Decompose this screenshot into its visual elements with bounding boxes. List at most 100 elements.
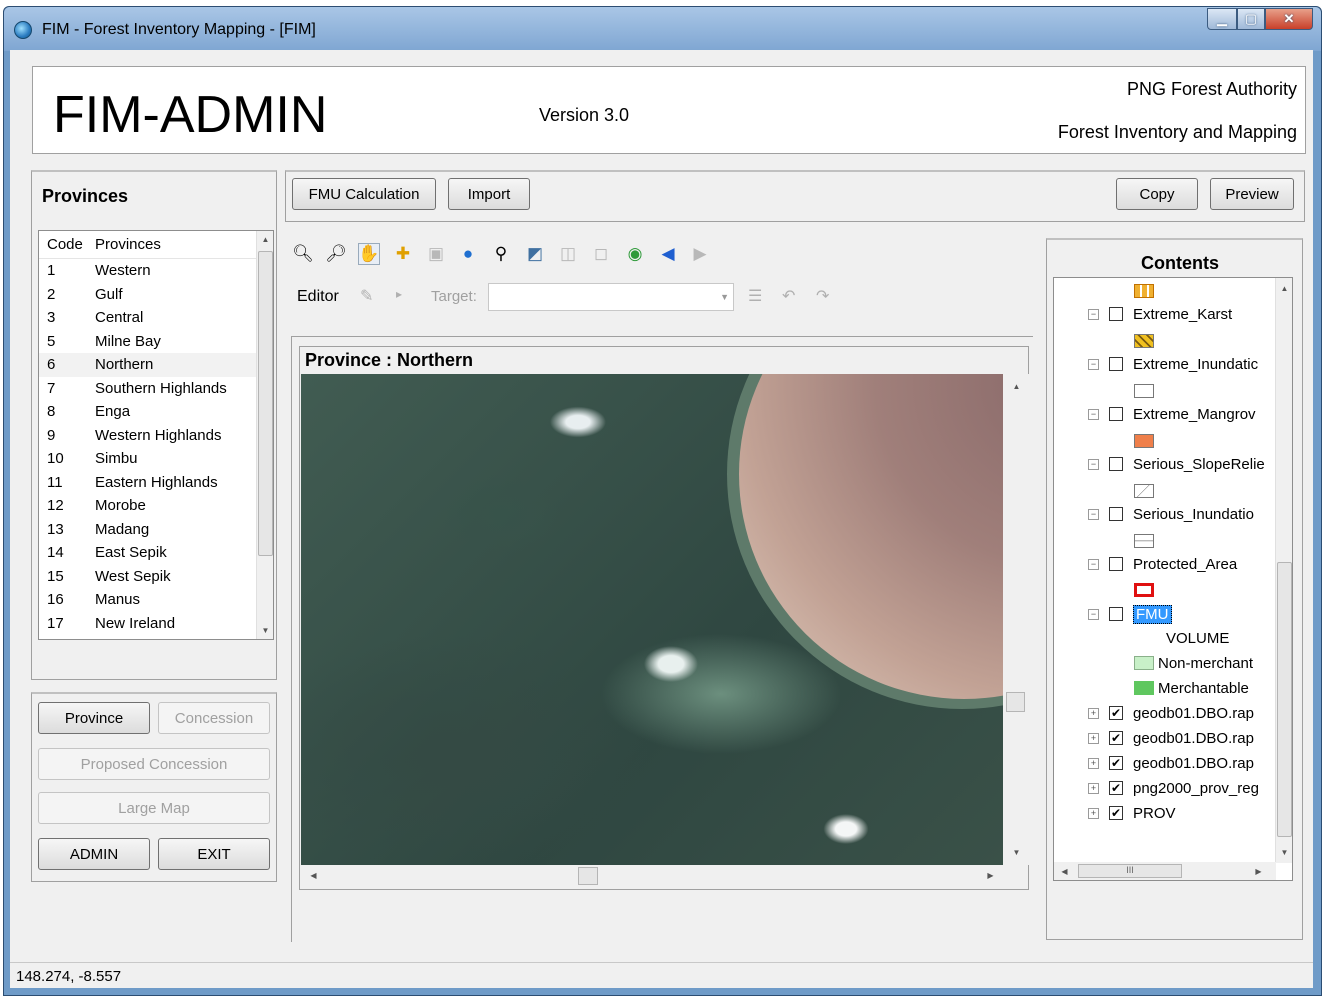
target-dropdown[interactable]: ▼ <box>488 283 734 311</box>
column-header-code[interactable]: Code <box>39 236 95 253</box>
layer-row[interactable]: − Extreme_Mangrov <box>1088 402 1256 426</box>
layer-row[interactable]: − Serious_SlopeRelie <box>1088 452 1265 476</box>
province-row[interactable]: 7 Southern Highlands <box>39 377 257 401</box>
province-row[interactable]: 8 Enga <box>39 400 257 424</box>
expand-icon[interactable]: + <box>1088 707 1099 719</box>
select-features-icon[interactable]: ◩ <box>524 243 546 265</box>
fmu-calculation-button[interactable]: FMU Calculation <box>292 178 436 210</box>
province-row[interactable]: 15 West Sepik <box>39 565 257 589</box>
scroll-left-arrow-icon[interactable]: ◀ <box>1056 863 1073 880</box>
layer-row[interactable]: − Protected_Area <box>1088 552 1237 576</box>
find-binoculars-icon[interactable]: ⚲ <box>490 243 512 265</box>
back-arrow-icon[interactable]: ◀ <box>657 243 679 265</box>
province-row[interactable]: 12 Morobe <box>39 494 257 518</box>
group-row[interactable]: + ✔ geodb01.DBO.rap <box>1088 701 1254 725</box>
undo-icon[interactable]: ↶ <box>782 286 795 306</box>
province-row[interactable]: 10 Simbu <box>39 447 257 471</box>
provinces-list[interactable]: Code Provinces 1 Western 2 Gulf 3 Central 5 Mil… <box>38 230 274 640</box>
title-bar[interactable]: FIM - Forest Inventory Mapping - [FIM] ▁… <box>4 7 1321 51</box>
expand-icon[interactable]: + <box>1088 807 1099 819</box>
scroll-thumb[interactable] <box>1006 692 1025 712</box>
admin-button[interactable]: ADMIN <box>38 838 150 870</box>
scroll-thumb[interactable] <box>1277 562 1292 837</box>
scroll-down-arrow-icon[interactable]: ▼ <box>257 622 274 639</box>
info-icon[interactable]: ● <box>457 243 479 265</box>
zoom-in-icon[interactable]: 🔍︎ <box>292 243 314 265</box>
layer-checkbox[interactable] <box>1109 607 1123 621</box>
contents-horizontal-scrollbar[interactable]: ◀ III ▶ <box>1054 862 1276 880</box>
layer-checkbox[interactable] <box>1109 307 1123 321</box>
map-vertical-scrollbar[interactable]: ▲ ▼ <box>1003 374 1029 865</box>
scroll-down-arrow-icon[interactable]: ▼ <box>1276 844 1292 861</box>
province-row[interactable]: 3 Central <box>39 306 257 330</box>
layer-checkbox[interactable] <box>1109 457 1123 471</box>
group-row[interactable]: + ✔ geodb01.DBO.rap <box>1088 751 1254 775</box>
province-row[interactable]: 6 Northern <box>39 353 257 377</box>
province-row[interactable]: 5 Milne Bay <box>39 330 257 354</box>
maximize-button[interactable]: ▢ <box>1237 8 1265 30</box>
zoom-out-icon[interactable]: 🔎︎ <box>325 243 347 265</box>
forward-arrow-icon[interactable]: ▶ <box>689 243 711 265</box>
proposed-concession-button[interactable]: Proposed Concession <box>38 748 270 780</box>
collapse-icon[interactable]: − <box>1088 508 1099 520</box>
preview-button[interactable]: Preview <box>1210 178 1294 210</box>
close-button[interactable]: ✕ <box>1265 8 1313 30</box>
globe-icon[interactable]: ◉ <box>624 243 646 265</box>
map-view[interactable] <box>301 374 1003 865</box>
pan-hand-icon[interactable]: ✋ <box>358 243 380 265</box>
collapse-icon[interactable]: − <box>1088 408 1099 420</box>
province-row[interactable]: 1 Western <box>39 259 257 283</box>
province-row[interactable]: 17 New Ireland <box>39 612 257 636</box>
minimize-button[interactable]: ▁ <box>1207 8 1237 30</box>
layer-row-fmu[interactable]: − FMU <box>1088 602 1172 626</box>
layer-row[interactable]: − Extreme_Inundatic <box>1088 352 1258 376</box>
scroll-right-arrow-icon[interactable]: ▶ <box>982 867 999 884</box>
province-row[interactable]: 14 East Sepik <box>39 541 257 565</box>
provinces-scrollbar[interactable]: ▲ ▼ <box>256 231 273 639</box>
redo-icon[interactable]: ↷ <box>816 286 829 306</box>
scroll-up-arrow-icon[interactable]: ▲ <box>1008 378 1025 395</box>
group-row[interactable]: + ✔ geodb01.DBO.rap <box>1088 726 1254 750</box>
scroll-thumb[interactable]: III <box>1078 864 1182 878</box>
scroll-up-arrow-icon[interactable]: ▲ <box>1276 280 1292 297</box>
collapse-icon[interactable]: − <box>1088 608 1099 620</box>
group-checkbox[interactable]: ✔ <box>1109 731 1123 745</box>
exit-button[interactable]: EXIT <box>158 838 270 870</box>
province-button[interactable]: Province <box>38 702 150 734</box>
scroll-up-arrow-icon[interactable]: ▲ <box>257 231 274 248</box>
group-row[interactable]: + ✔ png2000_prov_reg <box>1088 776 1259 800</box>
group-checkbox[interactable]: ✔ <box>1109 706 1123 720</box>
province-row[interactable]: 13 Madang <box>39 518 257 542</box>
concession-button[interactable]: Concession <box>158 702 270 734</box>
province-row[interactable]: 16 Manus <box>39 588 257 612</box>
group-row[interactable]: + ✔ PROV <box>1088 801 1176 825</box>
province-row[interactable]: 11 Eastern Highlands <box>39 471 257 495</box>
collapse-icon[interactable]: − <box>1088 458 1099 470</box>
clear-selection-icon[interactable]: ◫ <box>557 243 579 265</box>
identify-icon[interactable]: ◻ <box>590 243 612 265</box>
copy-button[interactable]: Copy <box>1116 178 1198 210</box>
layer-checkbox[interactable] <box>1109 507 1123 521</box>
save-icon[interactable]: ▣ <box>425 243 447 265</box>
layer-row[interactable]: − Extreme_Karst <box>1088 302 1232 326</box>
layer-checkbox[interactable] <box>1109 357 1123 371</box>
edit-arrow-icon[interactable]: ▸ <box>396 287 402 301</box>
province-row[interactable]: 2 Gulf <box>39 283 257 307</box>
collapse-icon[interactable]: − <box>1088 558 1099 570</box>
large-map-button[interactable]: Large Map <box>38 792 270 824</box>
layer-checkbox[interactable] <box>1109 557 1123 571</box>
layer-checkbox[interactable] <box>1109 407 1123 421</box>
collapse-icon[interactable]: − <box>1088 308 1099 320</box>
scroll-thumb[interactable] <box>578 867 598 885</box>
dropdown-arrow-icon[interactable]: ▼ <box>720 292 729 302</box>
collapse-icon[interactable]: − <box>1088 358 1099 370</box>
group-checkbox[interactable]: ✔ <box>1109 756 1123 770</box>
edit-pencil-icon[interactable]: ✎ <box>360 286 373 306</box>
import-button[interactable]: Import <box>448 178 530 210</box>
province-row[interactable]: 9 Western Highlands <box>39 424 257 448</box>
group-checkbox[interactable]: ✔ <box>1109 806 1123 820</box>
attributes-icon[interactable]: ☰ <box>748 286 762 306</box>
column-header-provinces[interactable]: Provinces <box>95 236 273 253</box>
full-extent-icon[interactable]: ✚ <box>392 243 414 265</box>
scroll-left-arrow-icon[interactable]: ◀ <box>305 867 322 884</box>
